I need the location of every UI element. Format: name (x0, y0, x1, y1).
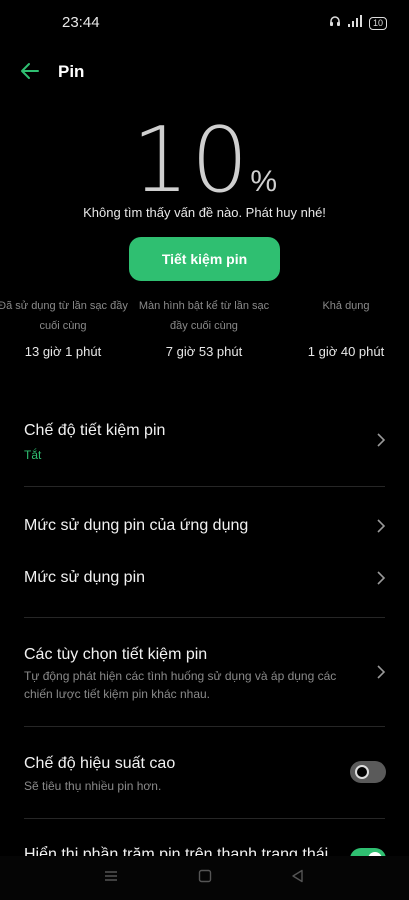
back-arrow-icon (21, 63, 39, 79)
home-icon[interactable] (197, 868, 213, 884)
signal-icon (347, 14, 363, 32)
stat-value: 1 giờ 40 phút (307, 344, 385, 359)
menu-icon[interactable] (103, 868, 119, 884)
stat-label: Đã sử dụng từ lần sạc đầy cuối cùng (0, 296, 131, 336)
stat-value: 13 giờ 1 phút (24, 344, 102, 359)
back-nav-icon[interactable] (290, 868, 306, 884)
row-description: Sẽ tiêu thụ nhiều pin hơn. (24, 779, 162, 793)
chevron-right-icon (377, 519, 386, 533)
row-title: Mức sử dụng pin của ứng dụng (24, 517, 249, 534)
battery-percent: 10 (131, 108, 251, 213)
saving-options-item[interactable]: Các tùy chọn tiết kiệm pin Tự động phát … (24, 646, 386, 706)
battery-usage-item[interactable]: Mức sử dụng pin (24, 569, 386, 591)
divider (24, 617, 385, 618)
toggle-knob (355, 765, 369, 779)
stat-since-charge: Đã sử dụng từ lần sạc đầy cuối cùng 13 g… (0, 296, 131, 359)
navigation-bar (0, 856, 409, 900)
page-title: Pin (58, 62, 85, 81)
divider (24, 486, 385, 487)
chevron-right-icon (377, 571, 386, 585)
stat-label-line: Khả dụng (322, 300, 370, 312)
row-status: Tắt (24, 448, 42, 462)
status-bar: 23:44 10 (0, 0, 409, 44)
save-battery-button[interactable]: Tiết kiệm pin (129, 237, 280, 281)
status-time: 23:44 (62, 14, 100, 31)
high-performance-toggle[interactable] (350, 761, 386, 783)
stat-label-line: Màn hình bật kể từ lần sạc (138, 300, 270, 312)
row-description: Tự động phát hiện các tình huống sử dụng… (24, 669, 337, 701)
chevron-right-icon (377, 665, 386, 679)
headphone-icon (329, 14, 341, 32)
stat-label-line: đầy cuối cùng (170, 320, 238, 332)
battery-percent-unit: % (250, 165, 278, 198)
app-battery-usage-item[interactable]: Mức sử dụng pin của ứng dụng (24, 517, 386, 539)
status-message: Không tìm thấy vấn đề nào. Phát huy nhé! (83, 205, 326, 220)
battery-level-display: 10% (0, 108, 409, 213)
stat-value: 7 giờ 53 phút (165, 344, 243, 359)
stat-screen-on: Màn hình bật kể từ lần sạc đầy cuối cùng… (136, 296, 272, 359)
power-saving-mode-item[interactable]: Chế độ tiết kiệm pin Tắt (24, 422, 386, 472)
stat-label: Màn hình bật kể từ lần sạc đầy cuối cùng (136, 296, 272, 336)
status-icons: 10 (329, 14, 387, 32)
row-title: Các tùy chọn tiết kiệm pin (24, 646, 208, 663)
stat-available: Khả dụng 1 giờ 40 phút (278, 296, 409, 359)
header: Pin (0, 54, 409, 90)
row-title: Mức sử dụng pin (24, 569, 146, 586)
chevron-right-icon (377, 433, 386, 447)
stat-label-line: Đã sử dụng từ lần sạc đầy (0, 300, 128, 312)
stat-label-line: cuối cùng (39, 320, 87, 332)
stat-label: Khả dụng (278, 296, 409, 316)
divider (24, 726, 385, 727)
battery-icon: 10 (368, 16, 387, 30)
row-title: Chế độ hiệu suất cao (24, 755, 176, 772)
back-button[interactable] (18, 58, 44, 84)
high-performance-item: Chế độ hiệu suất cao Sẽ tiêu thụ nhiều p… (24, 755, 386, 799)
divider (24, 818, 385, 819)
row-title: Chế độ tiết kiệm pin (24, 422, 166, 439)
